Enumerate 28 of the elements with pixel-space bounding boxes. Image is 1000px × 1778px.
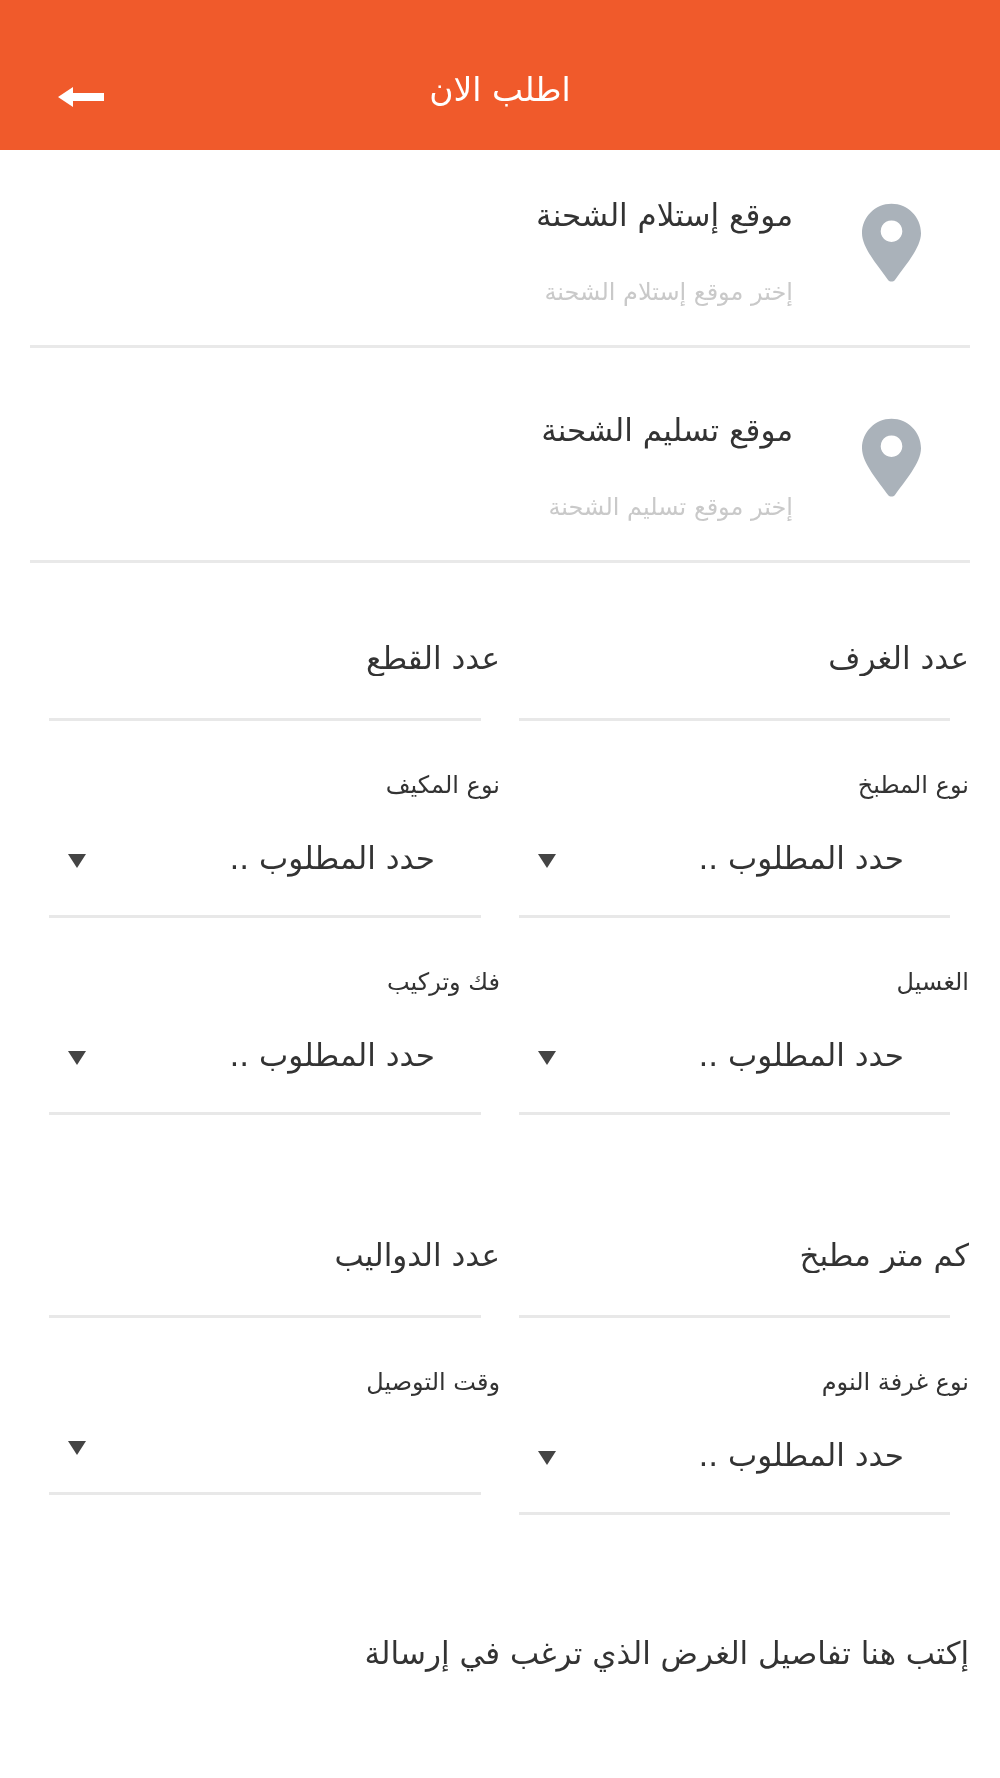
map-pin-icon — [862, 418, 921, 498]
caret-down-icon — [538, 1051, 556, 1065]
caret-down-icon — [538, 1451, 556, 1465]
dropdown[interactable]: حدد المطلوب .. — [49, 1005, 481, 1115]
dropdown[interactable]: حدد المطلوب .. — [519, 808, 950, 918]
field-label: وقت التوصيل — [366, 1367, 500, 1398]
field-label: نوع المطبخ — [857, 770, 969, 801]
dropdown[interactable]: حدد المطلوب .. — [519, 1405, 950, 1515]
input-field[interactable]: عدد القطع — [49, 628, 500, 688]
field-label: الغسيل — [896, 967, 969, 998]
caret-down-icon — [538, 854, 556, 868]
input-field[interactable]: كم متر مطبخ — [519, 1225, 969, 1285]
map-pin-icon — [862, 203, 921, 283]
details-field[interactable]: إكتب هنا تفاصيل الغرض الذي ترغب في إرسالة — [30, 1631, 969, 1731]
caret-down-icon — [68, 1051, 86, 1065]
dropdown[interactable]: حدد المطلوب .. — [519, 1005, 950, 1115]
page-title: اطلب الان — [429, 69, 571, 111]
field-label: نوع غرفة النوم — [821, 1367, 969, 1398]
location-label: موقع تسليم الشحنة — [541, 411, 793, 450]
arrow-left-icon — [58, 87, 104, 107]
dropdown[interactable]: حدد المطلوب .. — [49, 808, 481, 918]
caret-down-icon — [68, 1441, 86, 1455]
field-label: فك وتركيب — [386, 967, 500, 998]
location-label: موقع إستلام الشحنة — [536, 196, 793, 235]
input-field[interactable]: عدد الدواليب — [49, 1225, 500, 1285]
caret-down-icon — [68, 854, 86, 868]
field-label: نوع المكيف — [385, 770, 500, 801]
input-field[interactable]: عدد الغرف — [519, 628, 969, 688]
